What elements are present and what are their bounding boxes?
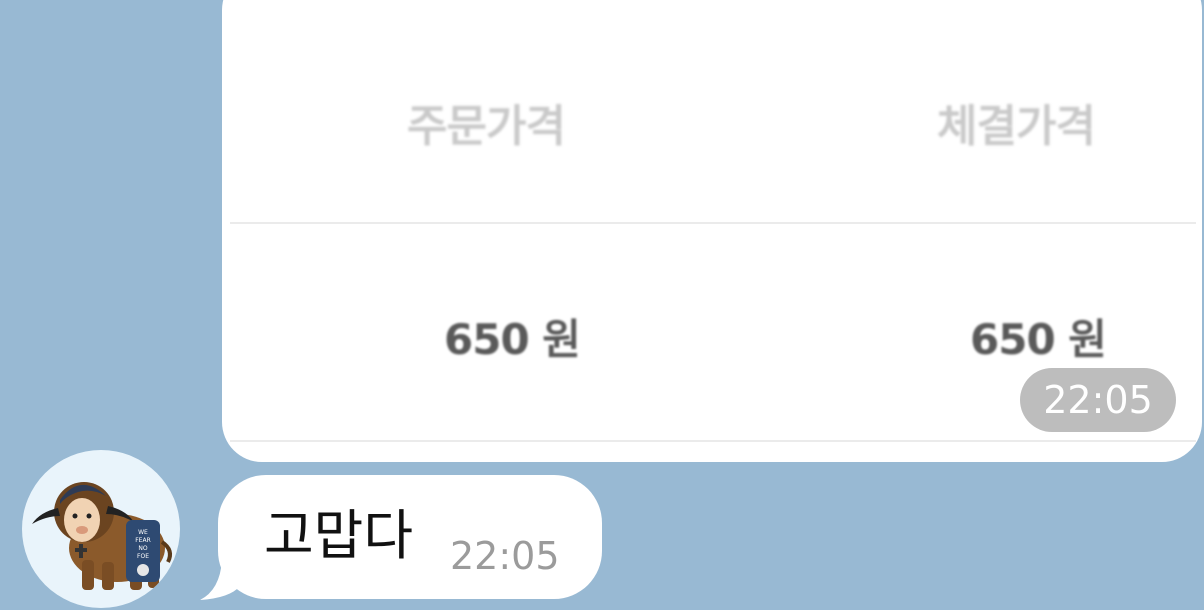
svg-text:NO: NO xyxy=(138,545,147,552)
message-text: 고맙다 xyxy=(264,504,414,567)
svg-text:WE: WE xyxy=(138,529,148,536)
filled-price-header: 체결가격 xyxy=(937,101,1096,152)
message-timestamp: 22:05 xyxy=(450,534,560,578)
svg-text:FEAR: FEAR xyxy=(135,537,151,544)
table-divider xyxy=(230,222,1196,224)
filled-price-value: 650 원 xyxy=(970,315,1107,364)
image-message-timestamp: 22:05 xyxy=(1020,368,1176,432)
order-table-header: 주문가격 체결가격 xyxy=(222,60,1202,180)
order-price-header: 주문가격 xyxy=(407,101,566,152)
table-divider xyxy=(230,440,1196,442)
sender-avatar[interactable]: WE FEAR NO FOE xyxy=(22,450,180,608)
text-message-bubble[interactable]: 고맙다 22:05 xyxy=(218,475,602,599)
bison-mascot-icon: WE FEAR NO FOE xyxy=(32,482,172,590)
order-price-value: 650 원 xyxy=(444,315,581,364)
svg-text:FOE: FOE xyxy=(137,553,149,560)
chat-view: 주문가격 체결가격 650 원 650 원 22:05 WE FEAR NO F… xyxy=(0,0,1204,610)
image-message-bubble[interactable]: 주문가격 체결가격 650 원 650 원 22:05 xyxy=(222,0,1202,462)
